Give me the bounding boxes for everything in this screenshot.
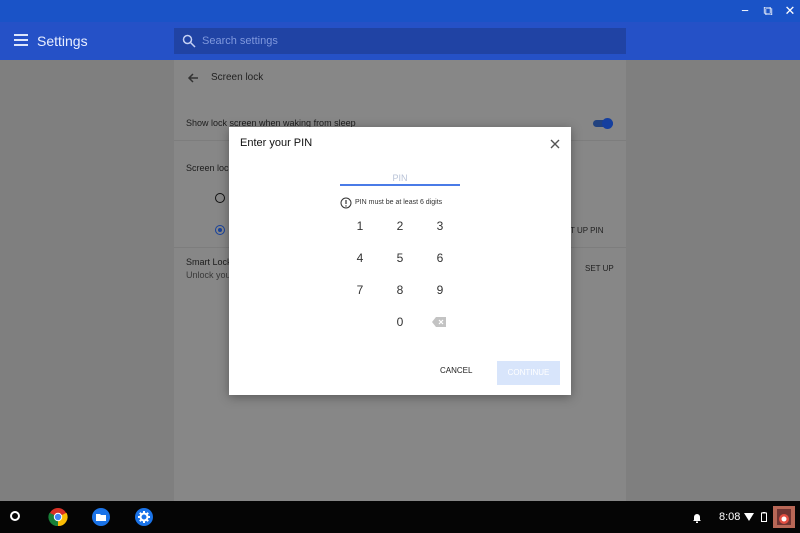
pin-key-8[interactable]: 8 [388,281,412,299]
maximize-button[interactable]: ⧉ [757,0,779,22]
smart-lock-title: Smart Lock [186,257,232,267]
search-icon [182,34,196,48]
show-lock-screen-toggle[interactable] [593,118,613,129]
back-arrow-icon[interactable] [186,71,200,85]
search-input[interactable] [202,28,602,54]
wifi-icon[interactable] [744,513,754,521]
settings-icon[interactable] [134,507,154,527]
minimize-button[interactable]: − [734,0,756,22]
enter-pin-dialog: Enter your PIN PIN must be at least 6 di… [229,127,571,395]
chrome-icon[interactable] [48,507,68,527]
pin-key-9[interactable]: 9 [428,281,452,299]
smart-lock-set-up-button[interactable]: SET UP [585,264,614,273]
system-shelf: 8:08 [0,501,800,533]
error-icon [340,197,352,209]
pin-key-0[interactable]: 0 [388,313,412,331]
pin-key-7[interactable]: 7 [348,281,372,299]
search-box[interactable] [174,28,626,54]
pin-hint: PIN must be at least 6 digits [355,199,443,206]
menu-icon[interactable] [14,34,28,46]
app-title: Settings [37,33,88,49]
files-icon[interactable] [91,507,111,527]
continue-button[interactable]: CONTINUE [497,361,560,385]
pin-key-3[interactable]: 3 [428,217,452,235]
page-title: Screen lock [211,72,264,83]
pin-key-5[interactable]: 5 [388,249,412,267]
pin-key-4[interactable]: 4 [348,249,372,267]
smart-lock-description: Unlock you [186,270,231,280]
pin-input[interactable] [340,171,460,186]
cancel-button[interactable]: CANCEL [440,366,472,375]
password-only-radio[interactable] [215,193,225,203]
launcher-icon[interactable] [10,511,20,521]
pin-key-1[interactable]: 1 [348,217,372,235]
set-up-pin-button[interactable]: T UP PIN [570,226,604,235]
pin-key-6[interactable]: 6 [428,249,452,267]
backspace-icon[interactable] [432,317,446,327]
close-icon[interactable] [548,137,562,151]
window-titlebar: − ⧉ ✕ [0,0,800,22]
pin-or-password-radio[interactable] [215,225,225,235]
notification-icon[interactable] [692,512,702,523]
close-window-button[interactable]: ✕ [779,0,800,22]
avatar-icon[interactable] [773,506,795,528]
settings-header: Settings [0,22,800,60]
dialog-title: Enter your PIN [240,137,313,149]
pin-key-2[interactable]: 2 [388,217,412,235]
clock[interactable]: 8:08 [719,511,740,523]
battery-icon[interactable] [761,512,767,522]
screen-lock-options-label: Screen lock [186,163,234,173]
